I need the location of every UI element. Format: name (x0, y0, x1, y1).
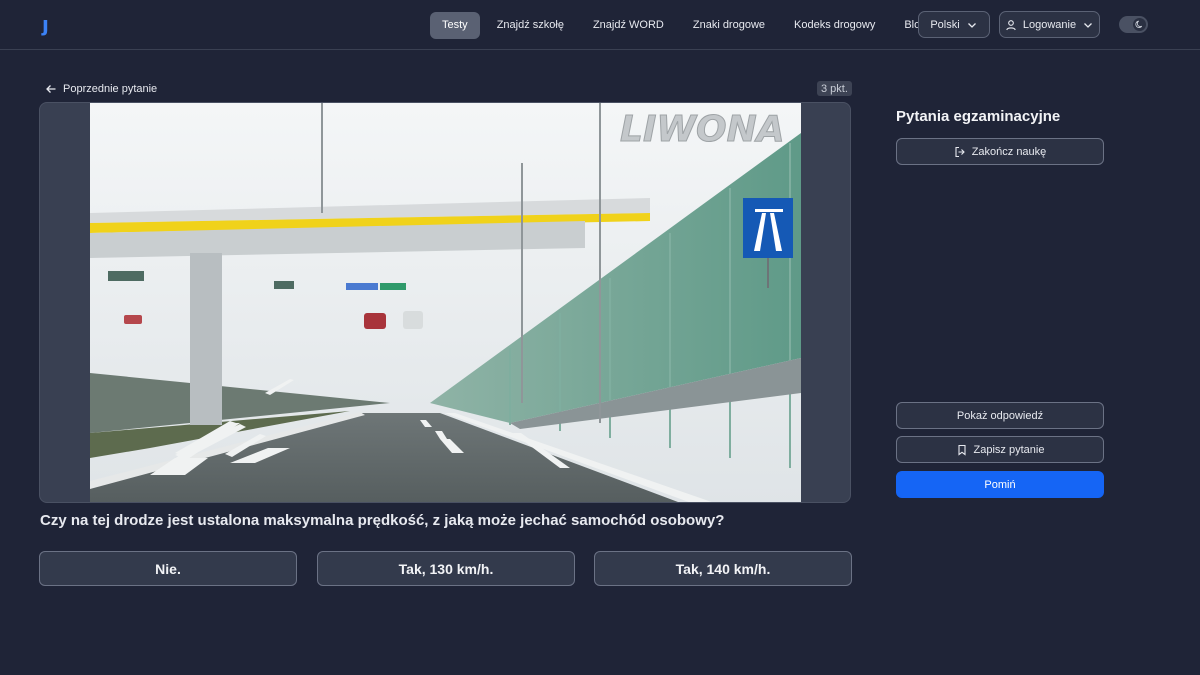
save-question-button[interactable]: Zapisz pytanie (896, 436, 1104, 463)
theme-toggle[interactable] (1119, 16, 1148, 33)
road-scene-image: LIWONA (90, 103, 801, 502)
answer-option-1[interactable]: Nie. (39, 551, 297, 586)
previous-question-link[interactable]: Poprzednie pytanie (45, 82, 157, 96)
nav-item-znaki-drogowe[interactable]: Znaki drogowe (681, 12, 777, 39)
nav-item-testy[interactable]: Testy (430, 11, 480, 39)
answer-option-2[interactable]: Tak, 130 km/h. (317, 551, 575, 586)
end-learning-button[interactable]: Zakończ naukę (896, 138, 1104, 165)
bookmark-icon (957, 444, 966, 456)
chevron-down-icon (1084, 22, 1093, 28)
login-button[interactable]: Logowanie (999, 11, 1100, 38)
show-answer-button[interactable]: Pokaż odpowiedź (896, 402, 1104, 429)
language-label: Polski (930, 18, 960, 31)
logo[interactable]: ȷ (42, 12, 49, 36)
nav-item-znajdz-szkole[interactable]: Znajdź szkołę (485, 12, 576, 39)
language-select[interactable]: Polski (918, 11, 990, 38)
main-nav: Testy Znajdź szkołę Znajdź WORD Znaki dr… (430, 11, 943, 39)
user-icon (1006, 19, 1016, 30)
top-bar: ȷ Testy Znajdź szkołę Znajdź WORD Znaki … (0, 0, 1200, 50)
question-image-frame: LIWONA (39, 102, 851, 503)
logout-icon (955, 146, 965, 157)
watermark: LIWONA (620, 109, 785, 150)
nav-item-znajdz-word[interactable]: Znajdź WORD (581, 12, 676, 39)
arrow-left-icon (46, 85, 56, 93)
answer-option-3[interactable]: Tak, 140 km/h. (594, 551, 852, 586)
points-badge: 3 pkt. (817, 81, 852, 96)
question-text: Czy na tej drodze jest ustalona maksymal… (40, 512, 725, 529)
sidebar-title: Pytania egzaminacyjne (896, 108, 1061, 125)
nav-item-kodeks-drogowy[interactable]: Kodeks drogowy (782, 12, 887, 39)
login-label: Logowanie (1022, 18, 1077, 31)
end-learning-label: Zakończ naukę (971, 145, 1047, 158)
skip-button[interactable]: Pomiń (896, 471, 1104, 498)
moon-icon (1133, 18, 1146, 31)
chevron-down-icon (967, 22, 976, 28)
save-question-label: Zapisz pytanie (973, 443, 1045, 456)
previous-question-label: Poprzednie pytanie (63, 83, 158, 95)
